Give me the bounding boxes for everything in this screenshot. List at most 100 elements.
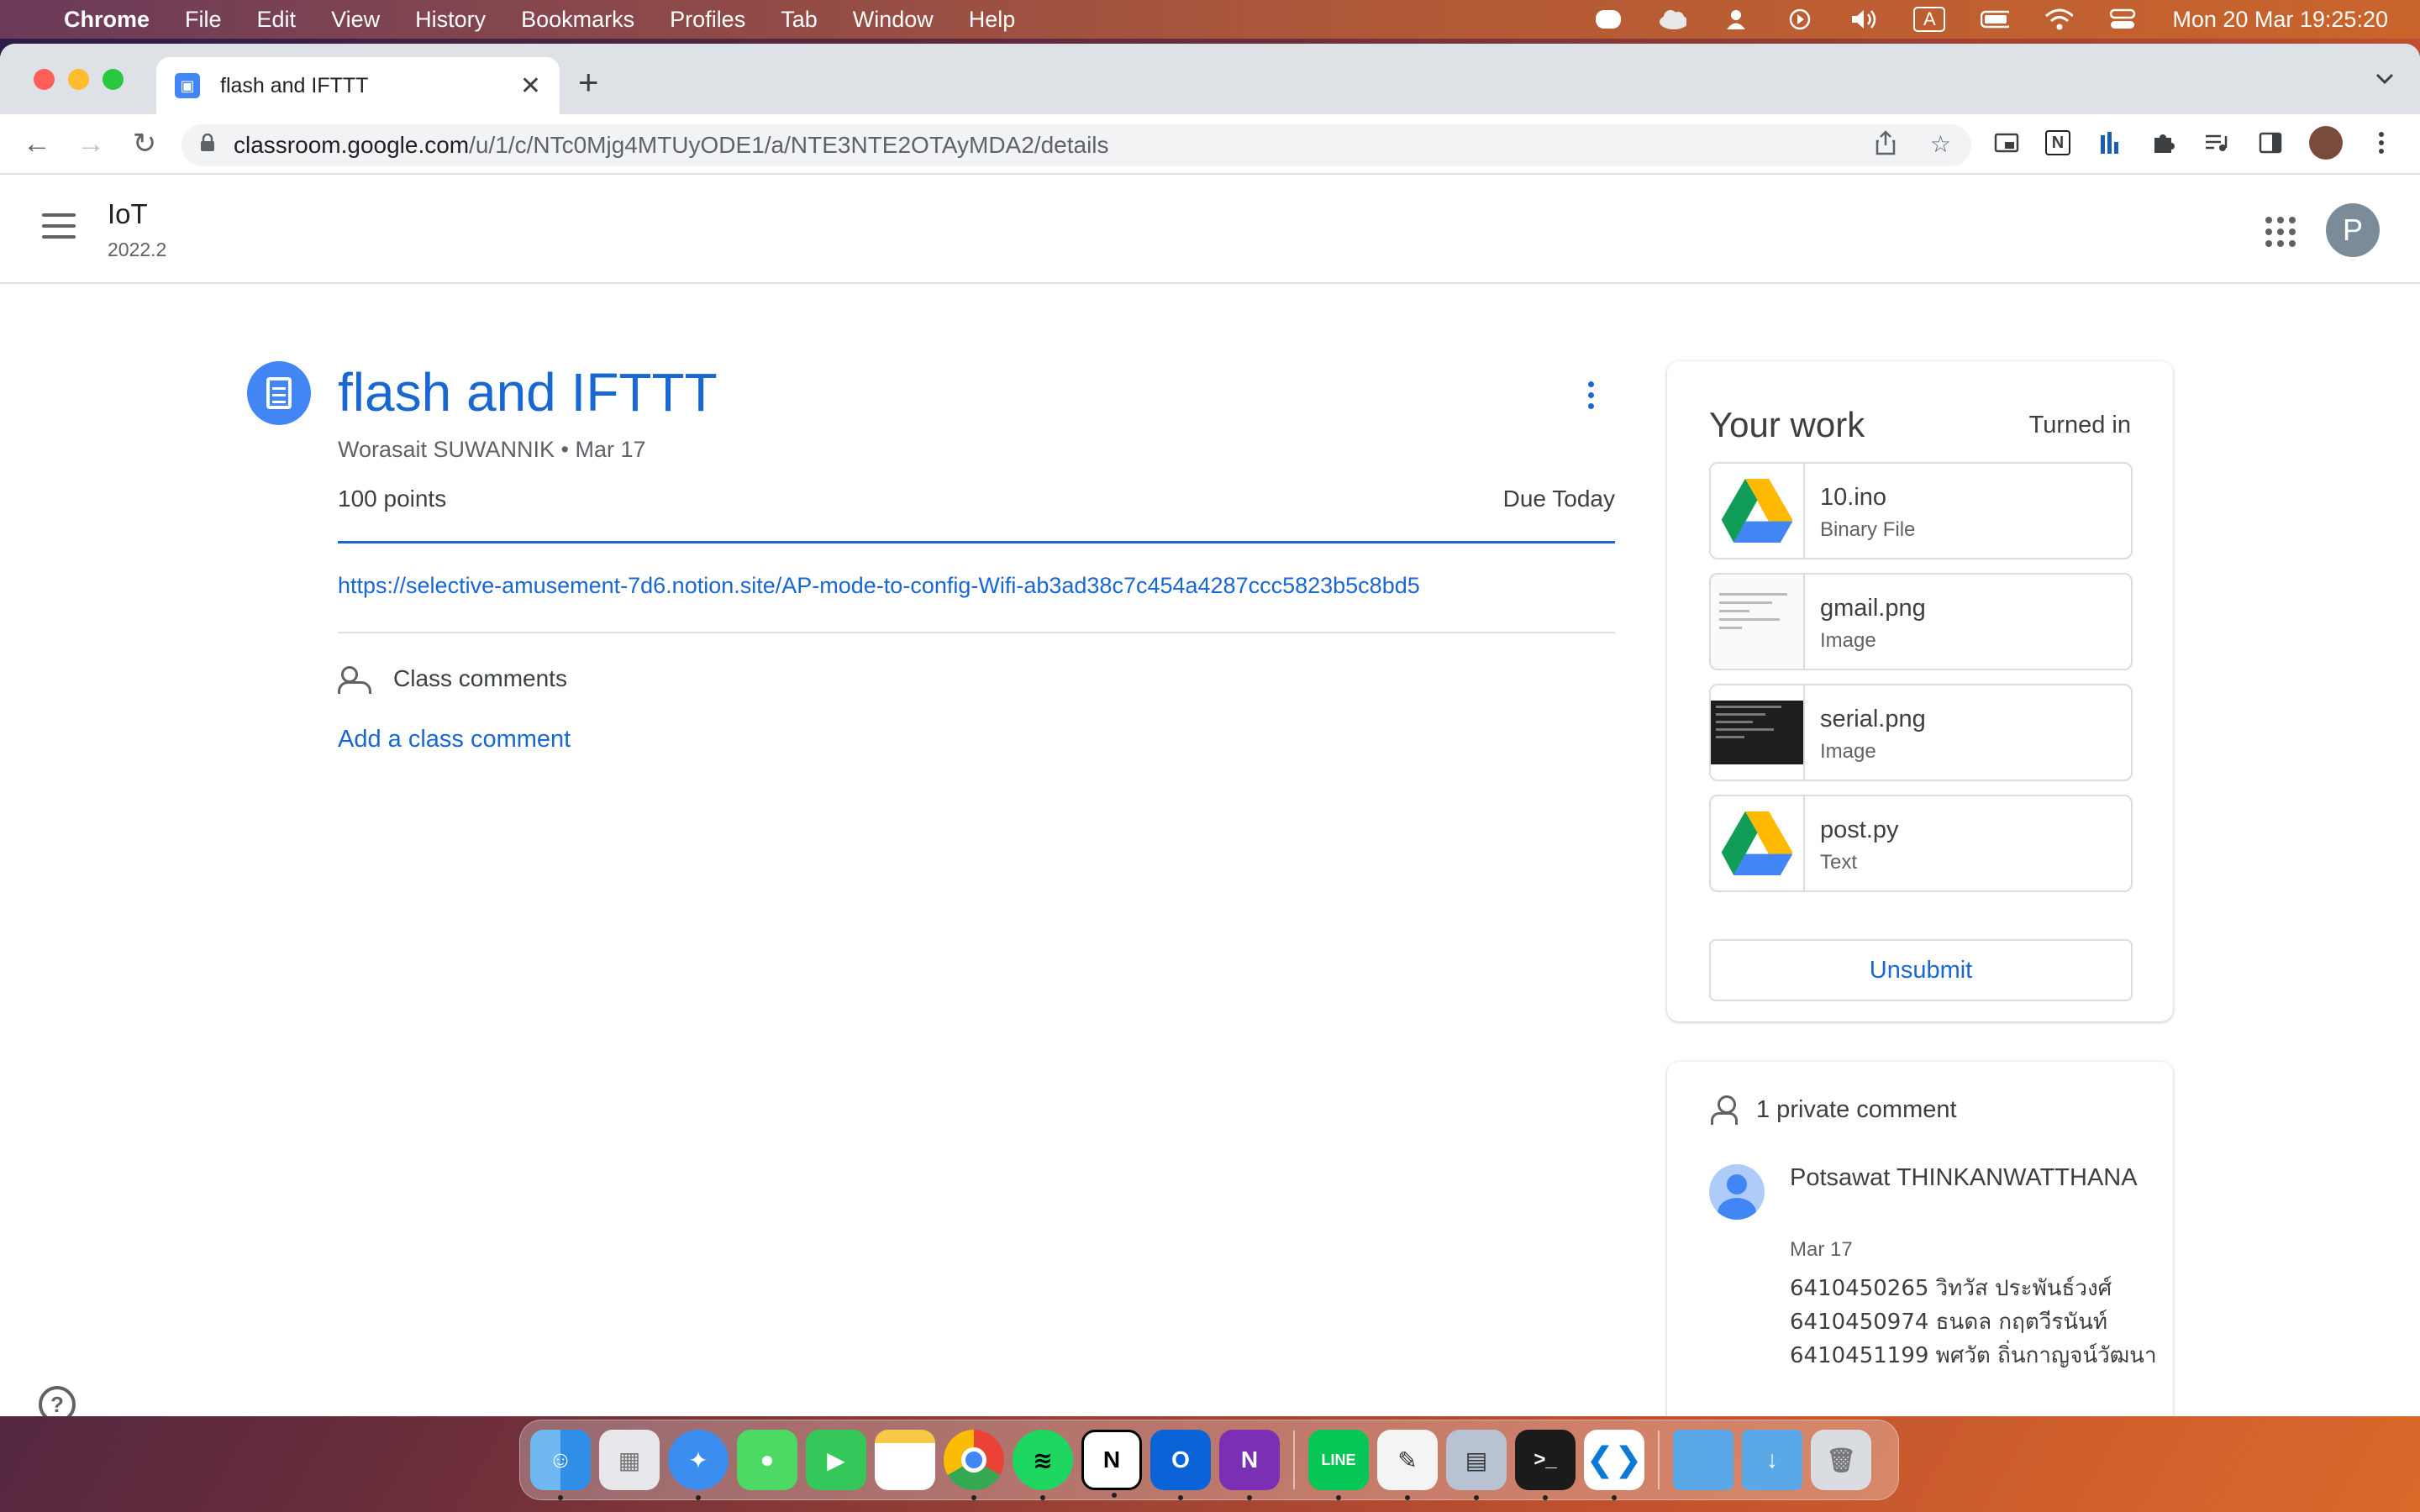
file-type: Binary File [1820,518,1916,541]
line-app-icon[interactable]: LINE [1308,1430,1369,1500]
url-path: /u/1/c/NTc0Mjg4MTUyODE1/a/NTE3NTE2OTAyMD… [469,132,1109,158]
finder-icon[interactable]: ☺ [530,1430,591,1500]
battery-icon[interactable] [1981,8,2010,31]
new-tab-button[interactable]: + [578,62,599,102]
menu-view[interactable]: View [331,7,380,33]
private-comments-count: 1 private comment [1756,1095,1957,1123]
downloads-folder-icon[interactable]: ↓ [1742,1430,1802,1490]
terminal-icon[interactable]: >_ [1515,1430,1576,1500]
browser-tab-active[interactable]: ▣ flash and IFTTT ✕ [156,57,560,114]
close-window-button[interactable] [34,69,55,90]
notion-extension-icon[interactable]: N [2045,130,2070,155]
menu-edit[interactable]: Edit [257,7,297,33]
chrome-window: ▣ flash and IFTTT ✕ + ← → ↻ classroom.go… [0,44,2420,1416]
trash-icon[interactable]: 🗑 [1811,1430,1871,1490]
media-controls-icon[interactable] [2202,128,2232,158]
side-panel-icon[interactable] [2255,128,2286,158]
help-icon[interactable]: ? [39,1386,76,1416]
menu-history[interactable]: History [415,7,486,33]
facetime-icon[interactable]: ▶ [806,1430,866,1490]
course-info[interactable]: IoT 2022.2 [108,198,166,261]
menubar-clock[interactable]: Mon 20 Mar 19:25:20 [2172,7,2388,33]
messages-icon[interactable]: ● [737,1430,797,1490]
share-icon[interactable] [1875,129,1897,161]
people-icon [338,666,375,694]
safari-icon[interactable]: ✦ [668,1430,729,1500]
vscode-icon[interactable]: ❮❯ [1584,1430,1644,1500]
reload-button[interactable]: ↻ [118,127,171,160]
assignment-title: flash and IFTTT [338,362,718,423]
divider [338,541,1615,543]
attachment-item[interactable]: gmail.png Image [1709,573,2133,670]
input-source-icon[interactable]: A [1913,7,1946,32]
tab-search-chevron-icon[interactable] [2375,66,2395,92]
menu-bookmarks[interactable]: Bookmarks [521,7,634,33]
main-menu-icon[interactable] [42,213,76,239]
bookmark-star-icon[interactable]: ☆ [1930,130,1951,161]
private-comments-card: 1 private comment Potsawat THINKANWATTHA… [1667,1062,2173,1416]
notion-icon[interactable]: N [1081,1430,1142,1498]
chrome-menu-icon[interactable] [2366,128,2396,158]
control-center-icon[interactable] [2108,8,2137,31]
browser-toolbar: ← → ↻ classroom.google.com/u/1/c/NTc0Mjg… [0,114,2420,175]
google-apps-icon[interactable] [2265,217,2296,247]
menu-window[interactable]: Window [853,7,934,33]
picture-in-picture-icon[interactable] [1991,128,2022,158]
play-icon[interactable] [1786,8,1814,31]
volume-icon[interactable] [1849,8,1878,31]
forward-button[interactable]: → [64,128,118,160]
file-name: serial.png [1820,706,1926,732]
lock-icon[interactable] [200,133,215,157]
back-button[interactable]: ← [10,128,64,160]
drive-icon [1711,464,1805,558]
onenote-icon[interactable]: N [1219,1430,1280,1500]
outlook-icon[interactable]: O [1150,1430,1211,1500]
user-icon[interactable] [1722,8,1750,31]
file-type: Image [1820,629,1876,652]
file-name: gmail.png [1820,595,1926,622]
notes-icon[interactable] [875,1430,935,1490]
textedit-icon[interactable]: ✎ [1377,1430,1438,1500]
comment-author: Potsawat THINKANWATTHANA [1790,1164,2138,1191]
file-name: post.py [1820,816,1899,843]
attachment-item[interactable]: 10.ino Binary File [1709,462,2133,559]
divider [338,632,1615,633]
launchpad-icon[interactable]: ▦ [599,1430,660,1490]
add-class-comment-link[interactable]: Add a class comment [338,726,571,753]
spotify-icon[interactable]: ≋ [1013,1430,1073,1500]
classroom-header: IoT 2022.2 P [0,175,2420,284]
close-tab-icon[interactable]: ✕ [520,71,541,101]
chart-extension-icon[interactable] [2094,128,2124,158]
extensions-puzzle-icon[interactable] [2148,128,2178,158]
class-comments-label: Class comments [393,665,567,691]
menu-tab[interactable]: Tab [781,7,818,33]
menu-help[interactable]: Help [969,7,1016,33]
wifi-icon[interactable] [2044,8,2074,31]
drive-icon [1711,796,1805,890]
menu-file[interactable]: File [185,7,222,33]
preview-icon[interactable]: ▤ [1446,1430,1507,1500]
class-comments-heading: Class comments [338,665,567,694]
folder-icon[interactable] [1673,1430,1733,1490]
attachment-item[interactable]: serial.png Image [1709,684,2133,781]
assignment-details: flash and IFTTT Worasait SUWANNIK • Mar … [0,284,2420,1416]
address-bar[interactable]: classroom.google.com/u/1/c/NTc0Mjg4MTUyO… [182,124,1971,166]
image-thumbnail [1711,685,1805,780]
avatar [1709,1164,1765,1220]
minimize-window-button[interactable] [68,69,89,90]
line-icon[interactable] [1594,8,1623,31]
menu-app-name[interactable]: Chrome [64,7,150,33]
chrome-profile-avatar[interactable] [2309,126,2343,160]
zoom-window-button[interactable] [103,69,124,90]
attachment-item[interactable]: post.py Text [1709,795,2133,892]
chrome-icon[interactable] [944,1430,1004,1500]
classroom-favicon-icon: ▣ [175,73,200,98]
more-options-icon[interactable] [1588,381,1594,409]
cloud-icon[interactable] [1658,8,1687,31]
unsubmit-button[interactable]: Unsubmit [1709,939,2133,1001]
account-avatar[interactable]: P [2326,203,2380,257]
menu-profiles[interactable]: Profiles [670,7,745,33]
assignment-link[interactable]: https://selective-amusement-7d6.notion.s… [338,573,1420,599]
image-thumbnail [1711,575,1805,669]
private-comments-header: 1 private comment [1711,1095,1957,1125]
